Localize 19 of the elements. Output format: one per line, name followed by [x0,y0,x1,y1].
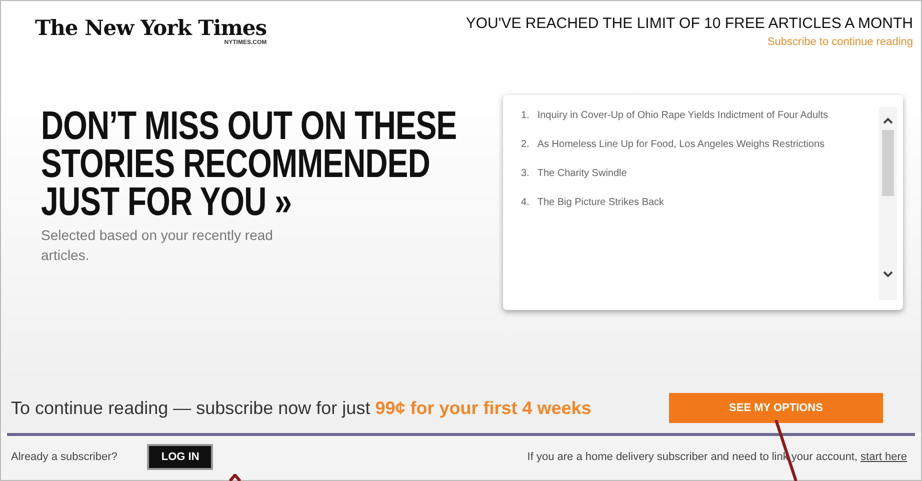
item-number: 2. [521,138,530,152]
article-link[interactable]: The Charity Swindle [537,165,627,182]
start-here-link[interactable]: start here [860,451,907,463]
scroll-down-icon[interactable] [883,271,893,278]
logo: The New York Times [35,15,267,40]
item-number: 3. [521,167,530,181]
offer-text: To continue reading — subscribe now for just 99¢ for your first 4 weeks [11,398,592,418]
article-link[interactable]: The Big Picture Strikes Back [537,194,664,211]
subscriber-question: Already a subscriber? [11,451,118,463]
article-link[interactable]: As Homeless Line Up for Food, Los Angeles Weighs Restrictions [537,136,825,153]
scroll-up-icon[interactable] [883,117,893,124]
scrollbar-thumb[interactable] [882,130,894,196]
item-number: 4. [521,196,530,210]
headline: DON’T MISS OUT ON THESE STORIES RECOMMENDED JUST FOR YOU » [41,107,458,223]
item-number: 1. [521,109,530,123]
subtitle: Selected based on your recently read articles. [41,226,274,265]
limit-notice: YOU'VE REACHED THE LIMIT OF 10 FREE ARTICLES A MONTH [466,15,913,32]
login-button[interactable]: LOG IN [147,444,214,470]
article-link[interactable]: Inquiry in Cover-Up of Ohio Rape Yields Indictment of Four Adults [537,107,828,124]
